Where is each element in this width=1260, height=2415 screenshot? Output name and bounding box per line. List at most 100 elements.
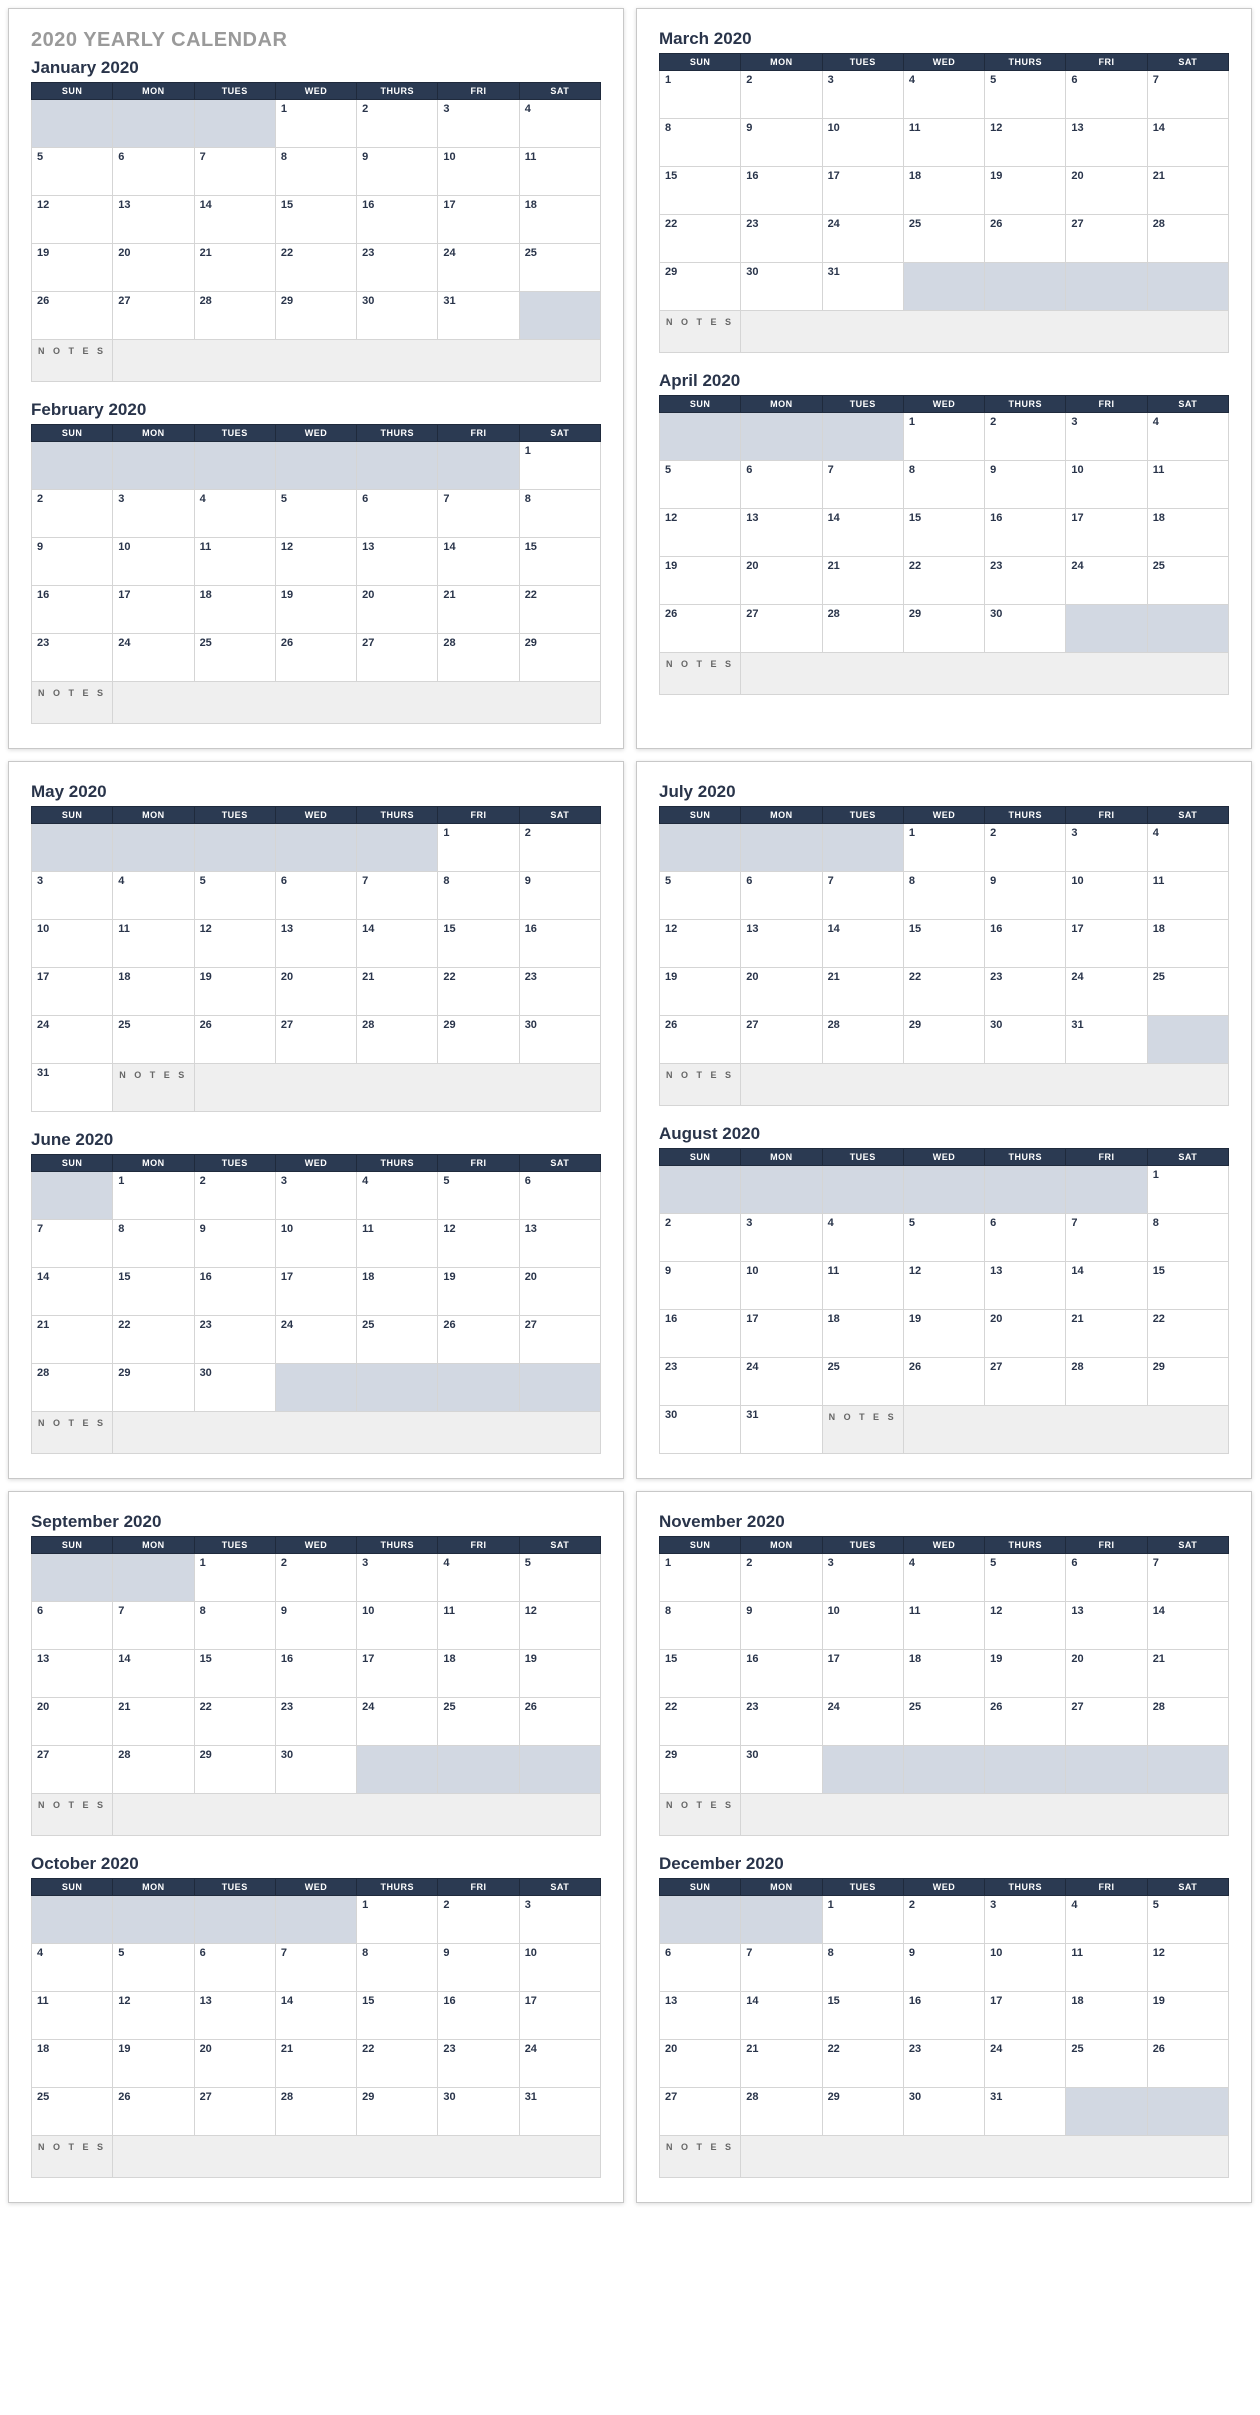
calendar-day-cell: 28 xyxy=(275,2088,356,2136)
calendar-pad-cell xyxy=(903,263,984,311)
calendar-day-cell: 19 xyxy=(903,1310,984,1358)
calendar-pad-cell xyxy=(1147,1746,1228,1794)
calendar-day-cell: 26 xyxy=(985,1698,1066,1746)
calendar-day-cell: 14 xyxy=(275,1992,356,2040)
calendar-day-cell: 18 xyxy=(519,196,600,244)
calendar-day-cell: 6 xyxy=(1066,1554,1147,1602)
calendar-day-cell: 5 xyxy=(275,490,356,538)
month-block: December 2020SUNMONTUESWEDTHURSFRISAT123… xyxy=(659,1854,1229,2178)
calendar-day-cell: 27 xyxy=(985,1358,1066,1406)
calendar-day-cell: 16 xyxy=(903,1992,984,2040)
calendar-day-cell: 23 xyxy=(660,1358,741,1406)
day-header: THURS xyxy=(357,83,438,100)
calendar-pad-cell xyxy=(660,1896,741,1944)
calendar-day-cell: 4 xyxy=(438,1554,519,1602)
calendar-pad-cell xyxy=(903,1166,984,1214)
calendar-day-cell: 2 xyxy=(32,490,113,538)
calendar-day-cell: 10 xyxy=(1066,872,1147,920)
calendar-day-cell: 12 xyxy=(438,1220,519,1268)
calendar-day-cell: 7 xyxy=(438,490,519,538)
calendar-day-cell: 13 xyxy=(32,1650,113,1698)
calendar-day-cell: 5 xyxy=(32,148,113,196)
day-header: SUN xyxy=(32,83,113,100)
calendar-day-cell: 17 xyxy=(275,1268,356,1316)
calendar-day-cell: 6 xyxy=(519,1172,600,1220)
calendar-day-cell: 13 xyxy=(357,538,438,586)
notes-label: N O T E S xyxy=(32,340,113,382)
day-header: MON xyxy=(741,54,822,71)
calendar-day-cell: 28 xyxy=(1147,1698,1228,1746)
calendar-day-cell: 27 xyxy=(1066,1698,1147,1746)
calendar-day-cell: 8 xyxy=(357,1944,438,1992)
calendar-day-cell: 2 xyxy=(903,1896,984,1944)
calendar-day-cell: 23 xyxy=(519,968,600,1016)
calendar-day-cell: 30 xyxy=(985,605,1066,653)
notes-body xyxy=(741,1064,1229,1106)
calendar-day-cell: 2 xyxy=(519,824,600,872)
calendar-day-cell: 13 xyxy=(1066,1602,1147,1650)
calendar-day-cell: 16 xyxy=(194,1268,275,1316)
calendar-pad-cell xyxy=(1147,605,1228,653)
day-header: FRI xyxy=(1066,1537,1147,1554)
calendar-day-cell: 20 xyxy=(741,968,822,1016)
calendar-day-cell: 17 xyxy=(113,586,194,634)
day-header: TUES xyxy=(822,807,903,824)
calendar-day-cell: 11 xyxy=(1147,461,1228,509)
calendar-day-cell: 7 xyxy=(822,872,903,920)
calendar-day-cell: 19 xyxy=(275,586,356,634)
calendar-day-cell: 9 xyxy=(741,119,822,167)
notes-label: N O T E S xyxy=(32,1412,113,1454)
month-title: July 2020 xyxy=(659,782,1229,802)
day-header: TUES xyxy=(194,807,275,824)
month-block: November 2020SUNMONTUESWEDTHURSFRISAT123… xyxy=(659,1512,1229,1836)
calendar-pad-cell xyxy=(822,1746,903,1794)
day-header: SUN xyxy=(660,1149,741,1166)
calendar-pad-cell xyxy=(660,413,741,461)
calendar-day-cell: 20 xyxy=(741,557,822,605)
calendar-pad-cell xyxy=(519,292,600,340)
calendar-pad-cell xyxy=(194,100,275,148)
month-block: April 2020SUNMONTUESWEDTHURSFRISAT123456… xyxy=(659,371,1229,695)
calendar-pad-cell xyxy=(357,442,438,490)
calendar-pad-cell xyxy=(741,1896,822,1944)
calendar-day-cell: 13 xyxy=(741,920,822,968)
calendar-day-cell: 7 xyxy=(1147,71,1228,119)
calendar-day-cell: 5 xyxy=(113,1944,194,1992)
day-header: SAT xyxy=(1147,1879,1228,1896)
calendar-pad-cell xyxy=(1147,2088,1228,2136)
calendar-pad-cell xyxy=(1066,2088,1147,2136)
calendar-day-cell: 11 xyxy=(194,538,275,586)
month-block: June 2020SUNMONTUESWEDTHURSFRISAT1234567… xyxy=(31,1130,601,1454)
calendar-day-cell: 10 xyxy=(822,119,903,167)
calendar-table: SUNMONTUESWEDTHURSFRISAT1234567891011121… xyxy=(659,395,1229,695)
calendar-pad-cell xyxy=(194,1896,275,1944)
calendar-day-cell: 18 xyxy=(1147,509,1228,557)
notes-label: N O T E S xyxy=(660,1794,741,1836)
calendar-day-cell: 10 xyxy=(741,1262,822,1310)
calendar-day-cell: 23 xyxy=(985,968,1066,1016)
day-header: MON xyxy=(741,807,822,824)
day-header: TUES xyxy=(822,54,903,71)
calendar-day-cell: 8 xyxy=(1147,1214,1228,1262)
day-header: MON xyxy=(741,1537,822,1554)
day-header: SUN xyxy=(660,1879,741,1896)
calendar-day-cell: 25 xyxy=(822,1358,903,1406)
calendar-day-cell: 15 xyxy=(113,1268,194,1316)
calendar-day-cell: 4 xyxy=(1147,413,1228,461)
calendar-day-cell: 2 xyxy=(194,1172,275,1220)
calendar-pad-cell xyxy=(32,1172,113,1220)
calendar-day-cell: 9 xyxy=(357,148,438,196)
calendar-day-cell: 30 xyxy=(660,1406,741,1454)
calendar-day-cell: 8 xyxy=(903,461,984,509)
calendar-table: SUNMONTUESWEDTHURSFRISAT1234567891011121… xyxy=(659,1878,1229,2178)
calendar-day-cell: 18 xyxy=(903,167,984,215)
calendar-day-cell: 14 xyxy=(1147,1602,1228,1650)
calendar-day-cell: 4 xyxy=(194,490,275,538)
calendar-day-cell: 19 xyxy=(660,968,741,1016)
notes-label: N O T E S xyxy=(660,311,741,353)
calendar-day-cell: 20 xyxy=(660,2040,741,2088)
calendar-day-cell: 3 xyxy=(741,1214,822,1262)
calendar-day-cell: 8 xyxy=(113,1220,194,1268)
calendar-day-cell: 19 xyxy=(32,244,113,292)
calendar-day-cell: 22 xyxy=(1147,1310,1228,1358)
